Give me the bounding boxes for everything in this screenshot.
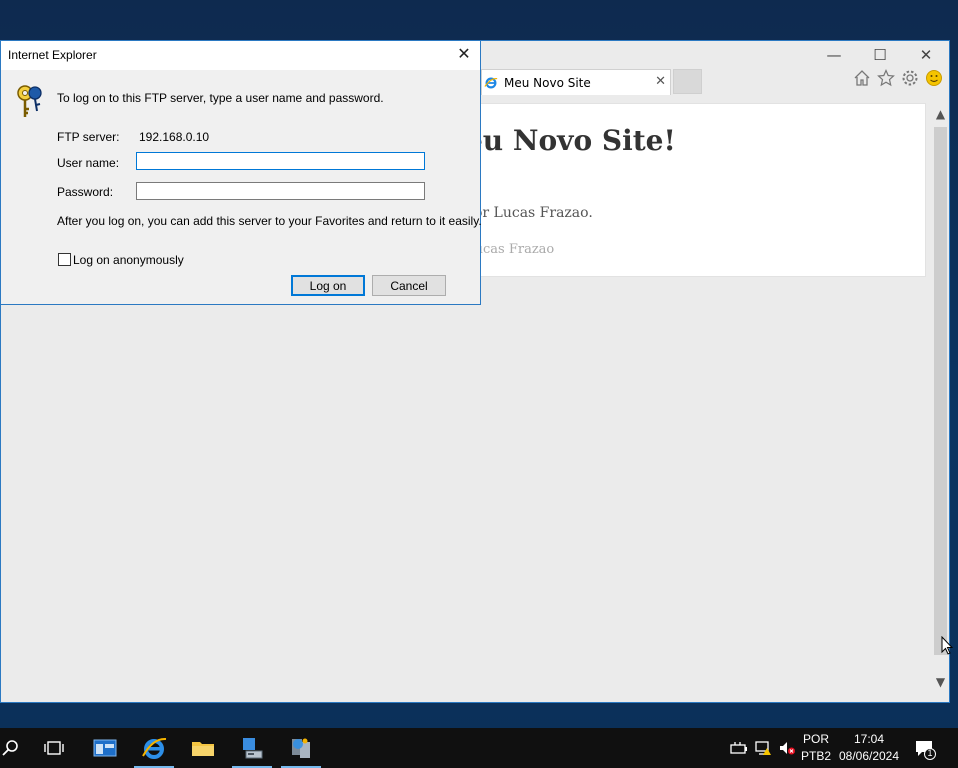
- scroll-up-arrow-icon[interactable]: ▲: [934, 107, 947, 121]
- keys-icon: [17, 85, 42, 117]
- server-manager-icon: [93, 739, 117, 757]
- username-input[interactable]: [136, 152, 425, 170]
- window-close-button[interactable]: ✕: [903, 41, 949, 69]
- folder-icon: [192, 742, 214, 756]
- scroll-down-arrow-icon[interactable]: ▼: [934, 675, 947, 689]
- taskbar-server-manager[interactable]: [83, 728, 127, 768]
- taskbar-network-app[interactable]: [230, 728, 274, 768]
- action-center-button[interactable]: 1: [914, 738, 936, 760]
- taskbar-iis-manager[interactable]: [279, 728, 323, 768]
- search-button[interactable]: [0, 728, 32, 768]
- task-view-button[interactable]: [32, 728, 76, 768]
- cancel-button[interactable]: Cancel: [372, 275, 446, 296]
- notification-count: 1: [927, 748, 933, 758]
- anonymous-checkbox[interactable]: [58, 253, 71, 266]
- page-content: Meu Novo Site! por Lucas Frazao. Lucas F…: [441, 103, 926, 277]
- vertical-scrollbar[interactable]: ▲ ▼: [932, 103, 949, 695]
- dialog-titlebar[interactable]: Internet Explorer ✕: [1, 41, 480, 70]
- network-server-icon: [243, 738, 263, 759]
- dialog-info-text: After you log on, you can add this serve…: [57, 214, 482, 228]
- scrollbar-thumb[interactable]: [934, 127, 947, 655]
- smiley-feedback-icon[interactable]: [925, 69, 943, 87]
- dialog-title: Internet Explorer: [8, 48, 97, 62]
- minimize-button[interactable]: —: [811, 41, 857, 69]
- volume-muted-icon[interactable]: [778, 740, 796, 756]
- tab-title: Meu Novo Site: [504, 75, 591, 90]
- page-byline: por Lucas Frazao.: [465, 205, 593, 221]
- ie-favicon-icon: [484, 77, 498, 88]
- logon-button[interactable]: Log on: [291, 275, 365, 296]
- favorites-star-icon[interactable]: [877, 69, 895, 87]
- power-adapter-icon[interactable]: [730, 741, 748, 755]
- taskbar-file-explorer[interactable]: [181, 728, 225, 768]
- search-icon: [2, 740, 18, 756]
- internet-explorer-icon: [142, 737, 167, 759]
- dialog-close-icon[interactable]: ✕: [454, 45, 474, 65]
- mouse-cursor-icon: [941, 636, 953, 655]
- keyboard-layout[interactable]: PTB2: [800, 749, 832, 763]
- new-tab-button[interactable]: [673, 69, 702, 94]
- tab-close-icon[interactable]: ✕: [655, 74, 666, 89]
- taskbar-internet-explorer[interactable]: [132, 728, 176, 768]
- clock-time[interactable]: 17:04: [836, 732, 902, 746]
- ftp-server-label: FTP server:: [57, 130, 120, 144]
- maximize-button[interactable]: ☐: [857, 41, 903, 69]
- ftp-logon-dialog: Internet Explorer ✕ To log on to this FT…: [0, 40, 482, 305]
- task-view-icon: [44, 741, 64, 755]
- toolbar-icons: [853, 69, 943, 87]
- gear-icon[interactable]: [901, 69, 919, 87]
- input-language[interactable]: POR: [800, 732, 832, 746]
- ftp-server-value: 192.168.0.10: [139, 130, 210, 144]
- username-label: User name:: [57, 156, 120, 170]
- clock-date[interactable]: 08/06/2024: [836, 749, 902, 763]
- password-label: Password:: [57, 185, 114, 199]
- anonymous-checkbox-label[interactable]: Log on anonymously: [73, 253, 184, 267]
- taskbar: POR PTB2 17:04 08/06/2024 1: [0, 728, 958, 768]
- password-input[interactable]: [136, 182, 425, 200]
- dialog-prompt: To log on to this FTP server, type a use…: [57, 91, 384, 105]
- browser-tab[interactable]: Meu Novo Site ✕: [481, 69, 671, 95]
- iis-manager-icon: [292, 738, 310, 758]
- network-warning-icon[interactable]: [754, 740, 772, 756]
- home-icon[interactable]: [853, 69, 871, 87]
